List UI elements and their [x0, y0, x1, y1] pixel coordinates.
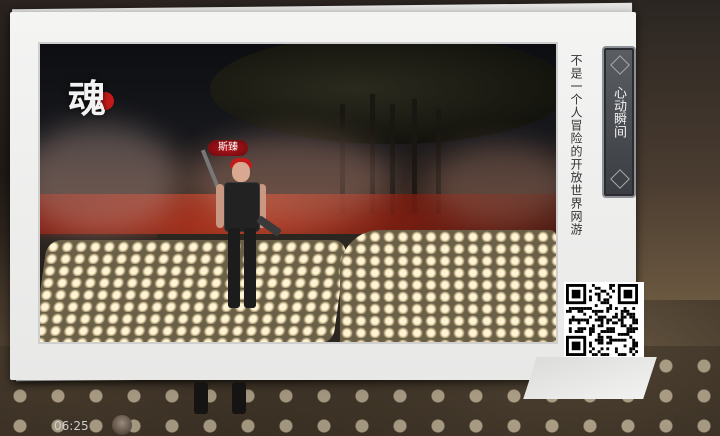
qr-code-icon: [566, 284, 638, 356]
smoke-cloud: [430, 144, 556, 224]
player-name-tag: 斯臻: [208, 140, 248, 156]
character-head: [232, 162, 250, 182]
photo-card: 魂 斯臻 不是一个人冒险的开放世界网游 心动瞬间: [10, 12, 657, 399]
screenshot-scene: 魂 斯臻: [38, 42, 558, 344]
character-legs-background: [188, 382, 252, 422]
game-tagline: 不是一个人冒险的开放世界网游: [569, 54, 583, 236]
background-building: [625, 0, 720, 300]
badge-label: 心动瞬间: [611, 86, 626, 138]
flower-bed-left: [40, 240, 348, 342]
badge-ornament-icon: [610, 55, 630, 75]
character-leg: [194, 382, 208, 414]
card-curled-corner: [523, 357, 657, 399]
character-leg: [244, 228, 256, 308]
game-clock: 06:25: [54, 419, 89, 433]
character-arm: [216, 184, 224, 228]
qr-code[interactable]: [564, 282, 644, 362]
companion-avatar[interactable]: [112, 415, 132, 435]
tree-canopy: [210, 44, 556, 144]
moment-badge: 心动瞬间: [602, 46, 636, 198]
logo-character: 魂: [68, 76, 107, 121]
player-character[interactable]: [200, 149, 282, 322]
character-leg: [228, 228, 240, 308]
badge-ornament-icon: [610, 169, 630, 189]
character-armor: [224, 182, 260, 232]
flower-bed-right: [340, 230, 556, 342]
game-logo: 魂: [60, 66, 118, 121]
character-leg: [232, 382, 246, 414]
